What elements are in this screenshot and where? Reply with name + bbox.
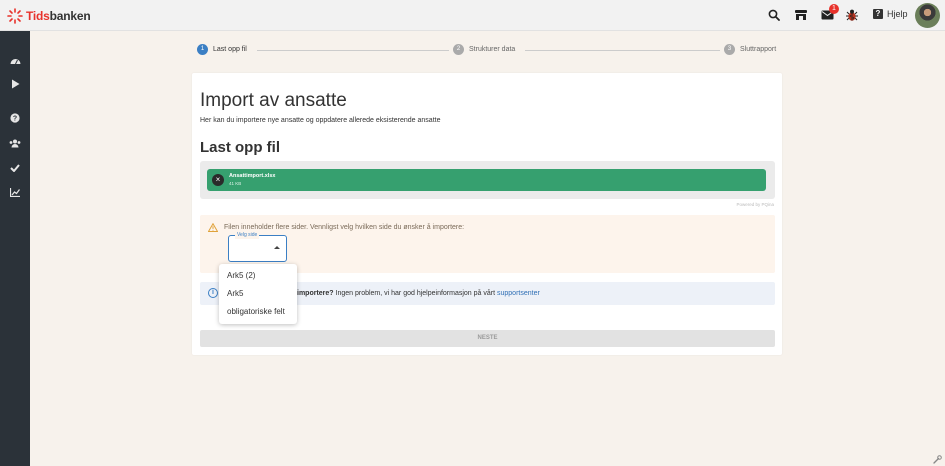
top-bar: Tidsbanken 1 ? Hjelp xyxy=(0,0,945,31)
import-stepper: 1 Last opp fil 2 Strukturer data 3 Slutt… xyxy=(195,44,785,60)
warning-text: Filen inneholder flere sider. Vennligst … xyxy=(224,224,465,231)
chart-icon[interactable] xyxy=(8,185,22,199)
help-icon: ? xyxy=(873,9,883,19)
notification-badge: 1 xyxy=(829,4,839,14)
help-link[interactable]: ? Hjelp xyxy=(873,9,908,19)
step-connector xyxy=(257,50,449,51)
powered-by[interactable]: Powered by PQina xyxy=(736,202,774,207)
file-dropzone[interactable]: × Ansattimport.xlsx 41 KB xyxy=(200,161,775,199)
section-title: Last opp fil xyxy=(200,139,280,156)
logo[interactable]: Tidsbanken xyxy=(7,7,91,24)
dashboard-icon[interactable] xyxy=(8,53,22,67)
bug-icon[interactable] xyxy=(845,8,859,22)
info-text: importere? Ingen problem, vi har god hje… xyxy=(297,290,540,297)
play-icon[interactable] xyxy=(8,77,22,91)
sheet-option[interactable]: Ark5 xyxy=(219,285,297,303)
step-label: Sluttrapport xyxy=(740,46,777,53)
step-report: 3 Sluttrapport xyxy=(724,44,776,55)
question-icon[interactable]: ? xyxy=(8,111,22,125)
info-body: Ingen problem, vi har god hjelpeinformas… xyxy=(333,290,497,297)
brand-part-1: Tids xyxy=(26,8,50,23)
avatar[interactable] xyxy=(915,3,940,28)
logo-icon xyxy=(7,7,23,24)
users-icon[interactable] xyxy=(8,136,22,150)
store-icon[interactable] xyxy=(794,8,808,22)
brand-part-2: banken xyxy=(49,8,91,23)
sheet-dropdown: Ark5 (2) Ark5 obligatoriske felt xyxy=(219,264,297,324)
help-label: Hjelp xyxy=(887,9,908,19)
sheet-option[interactable]: Ark5 (2) xyxy=(219,267,297,285)
check-icon[interactable] xyxy=(8,161,22,175)
warning-icon xyxy=(208,223,218,232)
step-label: Last opp fil xyxy=(213,46,247,53)
step-connector xyxy=(525,50,720,51)
wrench-icon[interactable] xyxy=(933,455,942,464)
sheet-option[interactable]: obligatoriske felt xyxy=(219,303,297,321)
page-title: Import av ansatte xyxy=(200,90,347,111)
support-link[interactable]: supportsenter xyxy=(497,290,540,297)
svg-text:?: ? xyxy=(13,116,17,123)
info-icon: i xyxy=(208,288,218,298)
caret-up-icon xyxy=(274,246,280,249)
step-number: 1 xyxy=(197,44,208,55)
sidebar: ? xyxy=(0,31,30,466)
sheet-select-label: Velg side xyxy=(235,232,260,239)
search-icon[interactable] xyxy=(767,8,781,22)
page-subtitle: Her kan du importere nye ansatte og oppd… xyxy=(200,117,441,124)
step-structure: 2 Strukturer data xyxy=(453,44,515,55)
sheet-select[interactable]: Velg side xyxy=(228,232,287,262)
info-bold: importere? xyxy=(297,290,334,297)
remove-file-button[interactable]: × xyxy=(212,174,224,186)
next-button[interactable]: NESTE xyxy=(200,330,775,347)
step-number: 3 xyxy=(724,44,735,55)
file-size: 41 KB xyxy=(229,181,242,186)
step-upload: 1 Last opp fil xyxy=(197,44,247,55)
step-label: Strukturer data xyxy=(469,46,516,53)
uploaded-file: × Ansattimport.xlsx 41 KB xyxy=(207,169,766,191)
step-number: 2 xyxy=(453,44,464,55)
file-name: Ansattimport.xlsx xyxy=(229,173,276,179)
brand-name: Tidsbanken xyxy=(26,8,91,23)
